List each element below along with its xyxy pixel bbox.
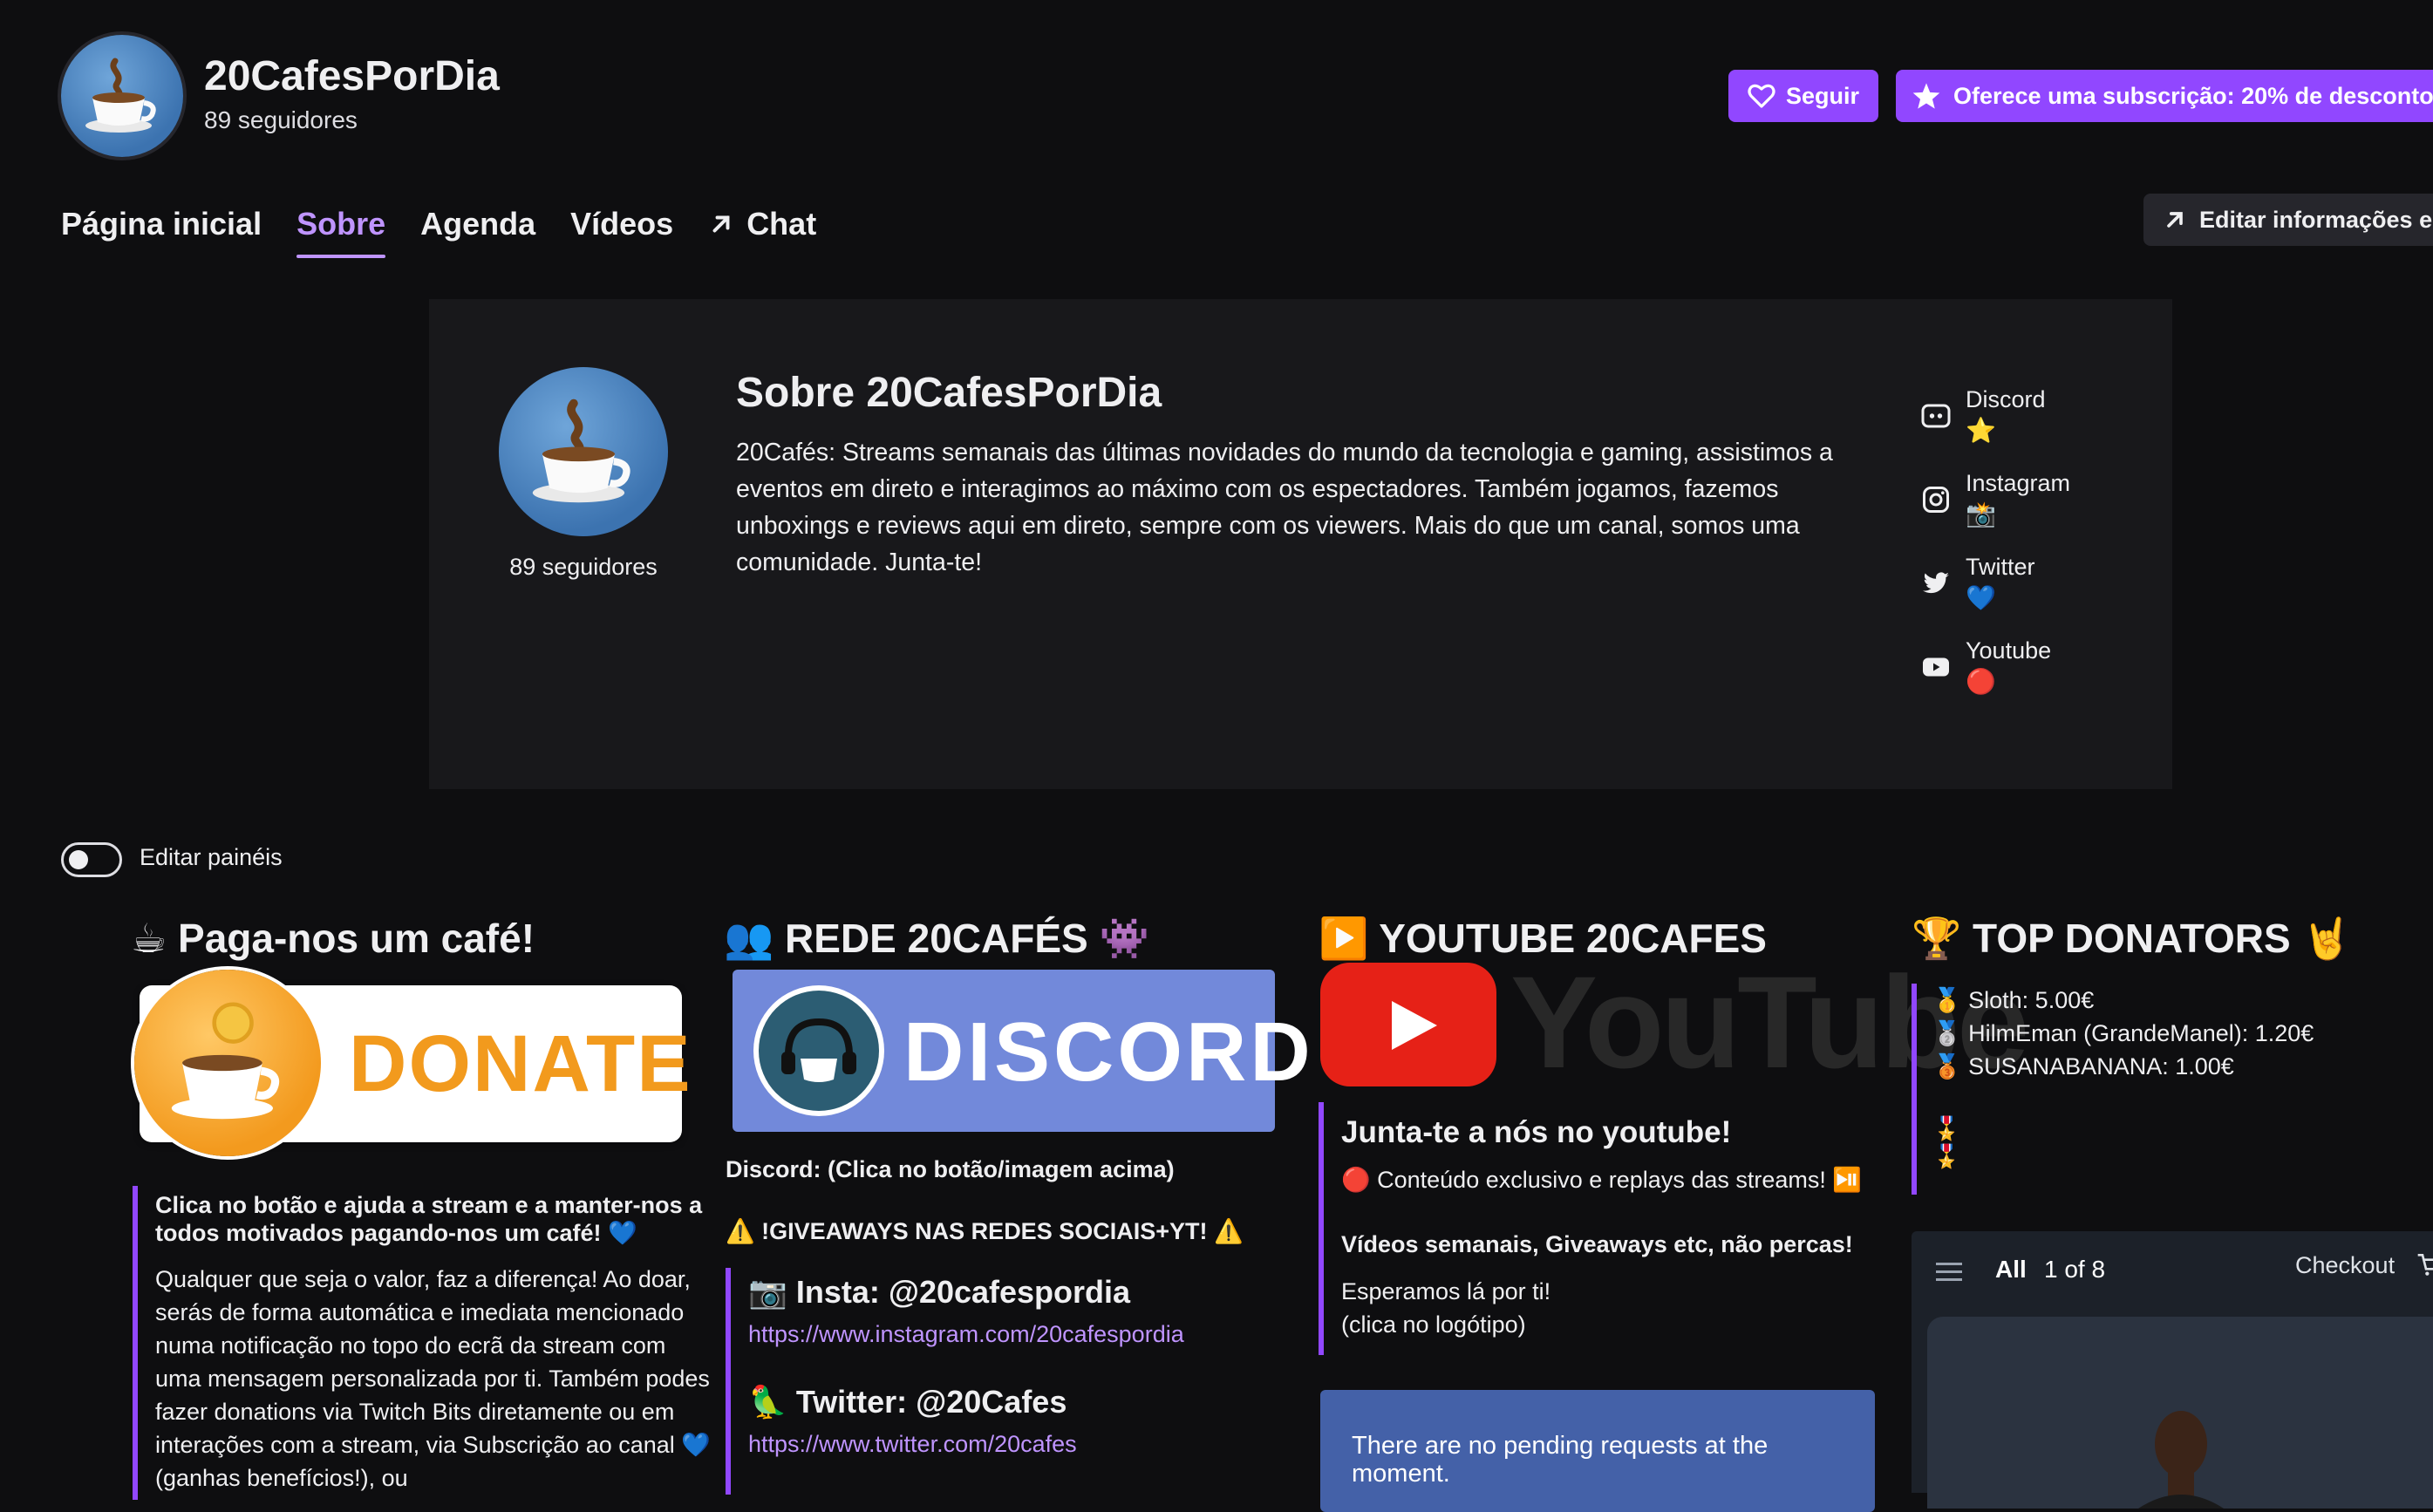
youtube-heading: Junta-te a nós no youtube! [1341,1115,1732,1149]
gold-medal-icon: 🥇 [1932,987,1962,1013]
tab-videos[interactable]: Vídeos [570,206,673,258]
discord-button-image[interactable]: DISCORD [733,970,1311,1132]
external-arrow-icon [2167,212,2183,228]
about-panel: 89 seguidores Sobre 20CafesPorDia 20Café… [429,299,2172,789]
coffee-cup-icon [85,58,156,133]
donator-row: 🥉 SUSANABANANA: 1.00€ [1932,1050,2433,1083]
social-emoji: 📸 [1966,501,1996,528]
twitter-icon [1923,572,1949,594]
donate-body: Qualquer que seja o valor, faz a diferen… [155,1266,711,1491]
product-card[interactable] [1927,1317,2433,1509]
edit-info-label: Editar informações e [2199,206,2433,233]
tab-home[interactable]: Página inicial [61,206,262,258]
channel-avatar[interactable] [61,35,183,157]
tab-home-label: Página inicial [61,206,262,242]
donate-bold-text: Clica no botão e ajuda a stream e a mant… [155,1192,703,1246]
follow-button[interactable]: Seguir [1728,70,1878,122]
social-name: Instagram [1966,470,2071,496]
menu-icon[interactable] [1936,1261,1962,1284]
twitter-link[interactable]: https://www.twitter.com/20cafes [748,1427,1289,1461]
panel-title: 👥 REDE 20CAFÉS 👾 [724,916,1149,961]
cart-icon[interactable] [2416,1250,2433,1278]
panel-title: ☕ Paga-nos um café! [131,916,535,961]
about-avatar [499,367,668,536]
insta-title: 📷 Insta: @20cafespordia [748,1274,1131,1310]
donator-text: SUSANABANANA: 1.00€ [1968,1053,2234,1080]
panel-rede: 👥 REDE 20CAFÉS 👾 [724,907,1299,970]
shop-widget: All 1 of 8 Checkout [1912,1231,2433,1509]
instagram-link[interactable]: https://www.instagram.com/20cafespordia [748,1317,1289,1352]
social-name: Twitter [1966,554,2035,580]
tab-chat[interactable]: Chat [708,206,816,258]
youtube-play-icon [1320,963,1496,1086]
panel-top-donators: 🏆 TOP DONATORS 🤘 [1912,907,2433,970]
follower-count: 89 seguidores [204,106,358,133]
heart-icon [1748,84,1775,108]
shop-pager: 1 of 8 [2044,1256,2106,1283]
discord-image-text: DISCORD [903,1005,1314,1099]
giveaways-notice: ⚠️ !GIVEAWAYS NAS REDES SOCIAIS+YT! ⚠️ [726,1218,1244,1244]
youtube-bold-line: Vídeos semanais, Giveaways etc, não perc… [1341,1231,1853,1257]
star-icon [1912,83,1940,109]
about-description: 20Cafés: Streams semanais das últimas no… [736,439,1833,576]
channel-tabs: Página inicial Sobre Agenda Vídeos Chat [61,206,816,258]
tab-chat-label: Chat [746,206,817,242]
external-arrow-icon [712,215,730,233]
tab-about[interactable]: Sobre [296,206,386,258]
product-person-image [2138,1411,2224,1509]
silver-medal-icon: 🥈 [1932,1020,1962,1046]
checkout-link[interactable]: Checkout [2295,1252,2395,1279]
youtube-line2: Esperamos lá por ti! [1341,1278,1551,1304]
youtube-line3: (clica no logótipo) [1341,1311,1526,1338]
about-follower-count: 89 seguidores [509,554,658,580]
follow-label: Seguir [1785,82,1860,109]
donate-description: Clica no botão e ajuda a stream e a mant… [133,1186,713,1500]
shop-filter-all[interactable]: All [1995,1256,2027,1284]
youtube-icon [1923,657,1949,677]
youtube-line1: 🔴 Conteúdo exclusivo e replays das strea… [1341,1167,1862,1193]
edit-info-button[interactable]: Editar informações e [2143,194,2433,246]
donator-text: Sloth: 5.00€ [1968,987,2095,1013]
tab-videos-label: Vídeos [570,206,674,242]
social-name: Discord [1966,386,2046,412]
youtube-logo-image[interactable]: YouTube [1320,949,2029,1095]
rede-links: 📷 Insta: @20cafespordia https://www.inst… [726,1268,1289,1495]
donators-list: 🥇 Sloth: 5.00€ 🥈 HilmEman (GrandeManel):… [1912,984,2433,1195]
ribbon-icon: 🎖️ [1932,1143,1961,1169]
social-name: Youtube [1966,637,2052,664]
donator-text: HilmEman (GrandeManel): 1.20€ [1968,1020,2314,1046]
youtube-description: Junta-te a nós no youtube! 🔴 Conteúdo ex… [1319,1102,1882,1355]
discord-icon [1921,404,1951,428]
ribbon-icon: 🎖️ [1932,1115,1961,1141]
tab-schedule[interactable]: Agenda [420,206,535,258]
social-emoji: 💙 [1966,584,1996,611]
donate-button-image[interactable]: DONATE [134,970,691,1156]
gift-subscription-button[interactable]: Oferece uma subscrição: 20% de desconto [1896,70,2433,122]
donator-row: 🥇 Sloth: 5.00€ [1932,984,2433,1017]
donate-image-text: DONATE [349,1019,692,1108]
instagram-icon [1923,487,1949,513]
twitter-title: 🦜 Twitter: @20Cafes [748,1384,1067,1420]
pending-requests-box: There are no pending requests at the mom… [1320,1390,1875,1512]
headset-icon [759,991,879,1111]
social-emoji: ⭐ [1966,417,1996,444]
edit-panels-label: Editar painéis [140,844,283,870]
bronze-medal-icon: 🥉 [1932,1053,1962,1080]
coffee-cup-icon [134,970,321,1156]
edit-panels-toggle[interactable] [61,842,122,877]
about-title: Sobre 20CafesPorDia [736,370,1162,416]
panel-title: 🏆 TOP DONATORS 🤘 [1912,916,2352,961]
tab-schedule-label: Agenda [420,206,536,242]
social-emoji: 🔴 [1966,668,1996,695]
tab-about-label: Sobre [296,206,386,242]
discord-caption: Discord: (Clica no botão/imagem acima) [726,1156,1175,1182]
donator-row: 🥈 HilmEman (GrandeManel): 1.20€ [1932,1017,2433,1050]
panel-donate: ☕ Paga-nos um café! [131,907,706,970]
channel-name[interactable]: 20CafesPorDia [204,52,500,100]
subscribe-label: Oferece uma subscrição: 20% de desconto [1953,82,2433,109]
coffee-cup-icon [532,398,630,503]
